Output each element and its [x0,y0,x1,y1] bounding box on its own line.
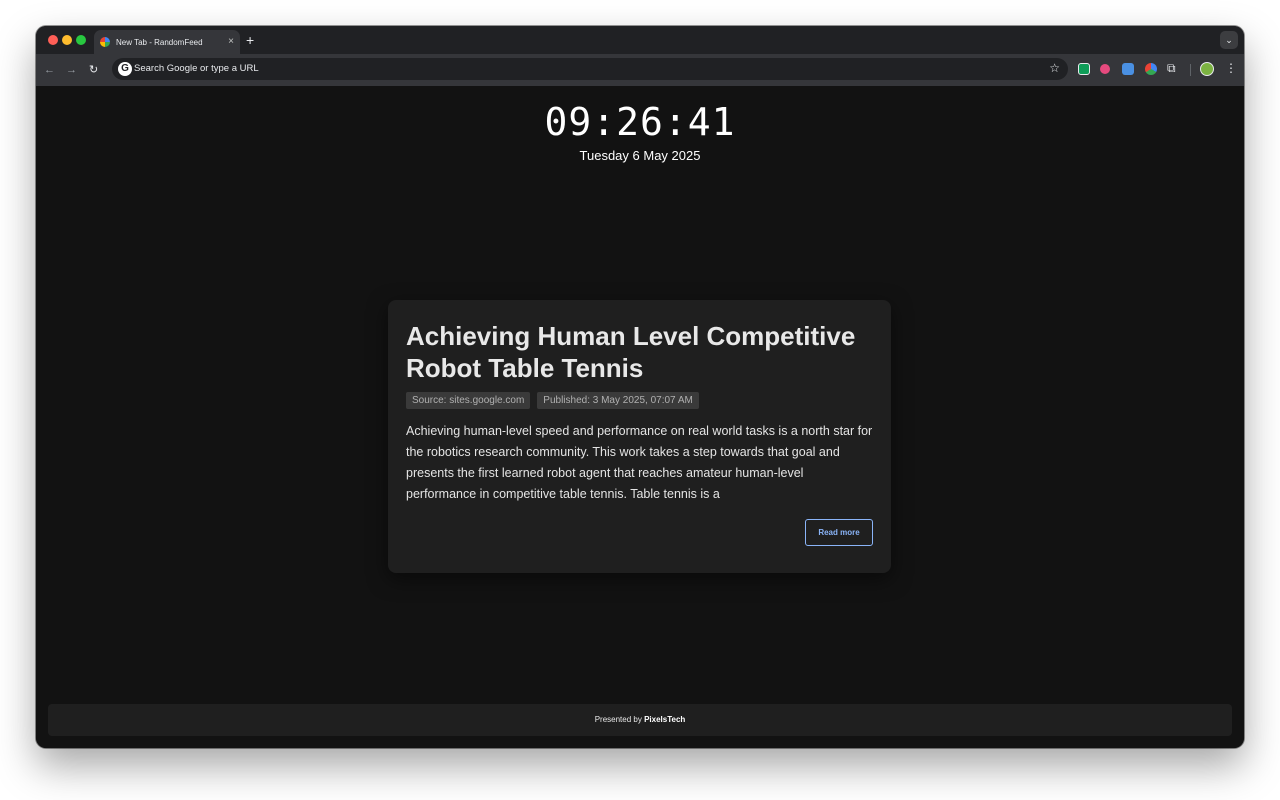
extensions-puzzle-icon[interactable]: ⧉ [1167,61,1176,76]
maximize-window-button[interactable] [76,35,86,45]
extension-1-icon[interactable] [1078,63,1090,75]
extension-2-icon[interactable] [1100,64,1110,74]
close-window-button[interactable] [48,35,58,45]
clock: 09:26:41 [544,100,736,144]
forward-arrow-icon[interactable]: → [66,62,77,78]
tab-active[interactable]: New Tab - RandomFeed × [94,30,240,54]
extension-3-icon[interactable] [1122,63,1134,75]
browser-window: New Tab - RandomFeed × + ⌄ ← → ↻ G Searc… [36,26,1244,748]
minimize-window-button[interactable] [62,35,72,45]
footer-prefix: Presented by [594,715,645,724]
new-tab-button[interactable]: + [246,31,254,49]
read-more-button[interactable]: Read more [805,519,873,546]
tab-close-icon[interactable]: × [228,37,234,47]
toolbar-divider [1190,64,1191,76]
footer-brand-link[interactable]: PixelsTech [644,715,685,724]
browser-toolbar: ← → ↻ G Search Google or type a URL ☆ ⧉ … [36,54,1244,87]
tab-favicon-icon [100,37,110,47]
address-bar[interactable]: G Search Google or type a URL ☆ [112,58,1068,80]
article-card: Achieving Human Level Competitive Robot … [388,300,891,573]
star-icon[interactable]: ☆ [1049,61,1060,75]
tab-title: New Tab - RandomFeed [116,37,203,47]
article-title: Achieving Human Level Competitive Robot … [406,321,856,383]
date: Tuesday 6 May 2025 [579,148,701,163]
profile-avatar-icon[interactable] [1200,62,1214,76]
back-arrow-icon[interactable]: ← [44,62,55,78]
footer: Presented by PixelsTech [48,704,1232,736]
reload-icon[interactable]: ↻ [89,62,98,78]
extension-4-icon[interactable] [1145,63,1157,75]
google-icon: G [118,62,132,76]
page-content: 09:26:41 Tuesday 6 May 2025 Achieving Hu… [36,86,1244,748]
tab-strip: New Tab - RandomFeed × + ⌄ [36,26,1244,54]
published-badge: Published: 3 May 2025, 07:07 AM [537,392,699,409]
address-bar-placeholder: Search Google or type a URL [134,63,259,74]
menu-kebab-icon[interactable]: ⋮ [1225,61,1237,75]
article-meta: Source: sites.google.com Published: 3 Ma… [406,392,873,409]
article-summary: Achieving human-level speed and performa… [406,424,873,501]
source-badge: Source: sites.google.com [406,392,531,409]
tab-search-button[interactable]: ⌄ [1220,31,1238,49]
